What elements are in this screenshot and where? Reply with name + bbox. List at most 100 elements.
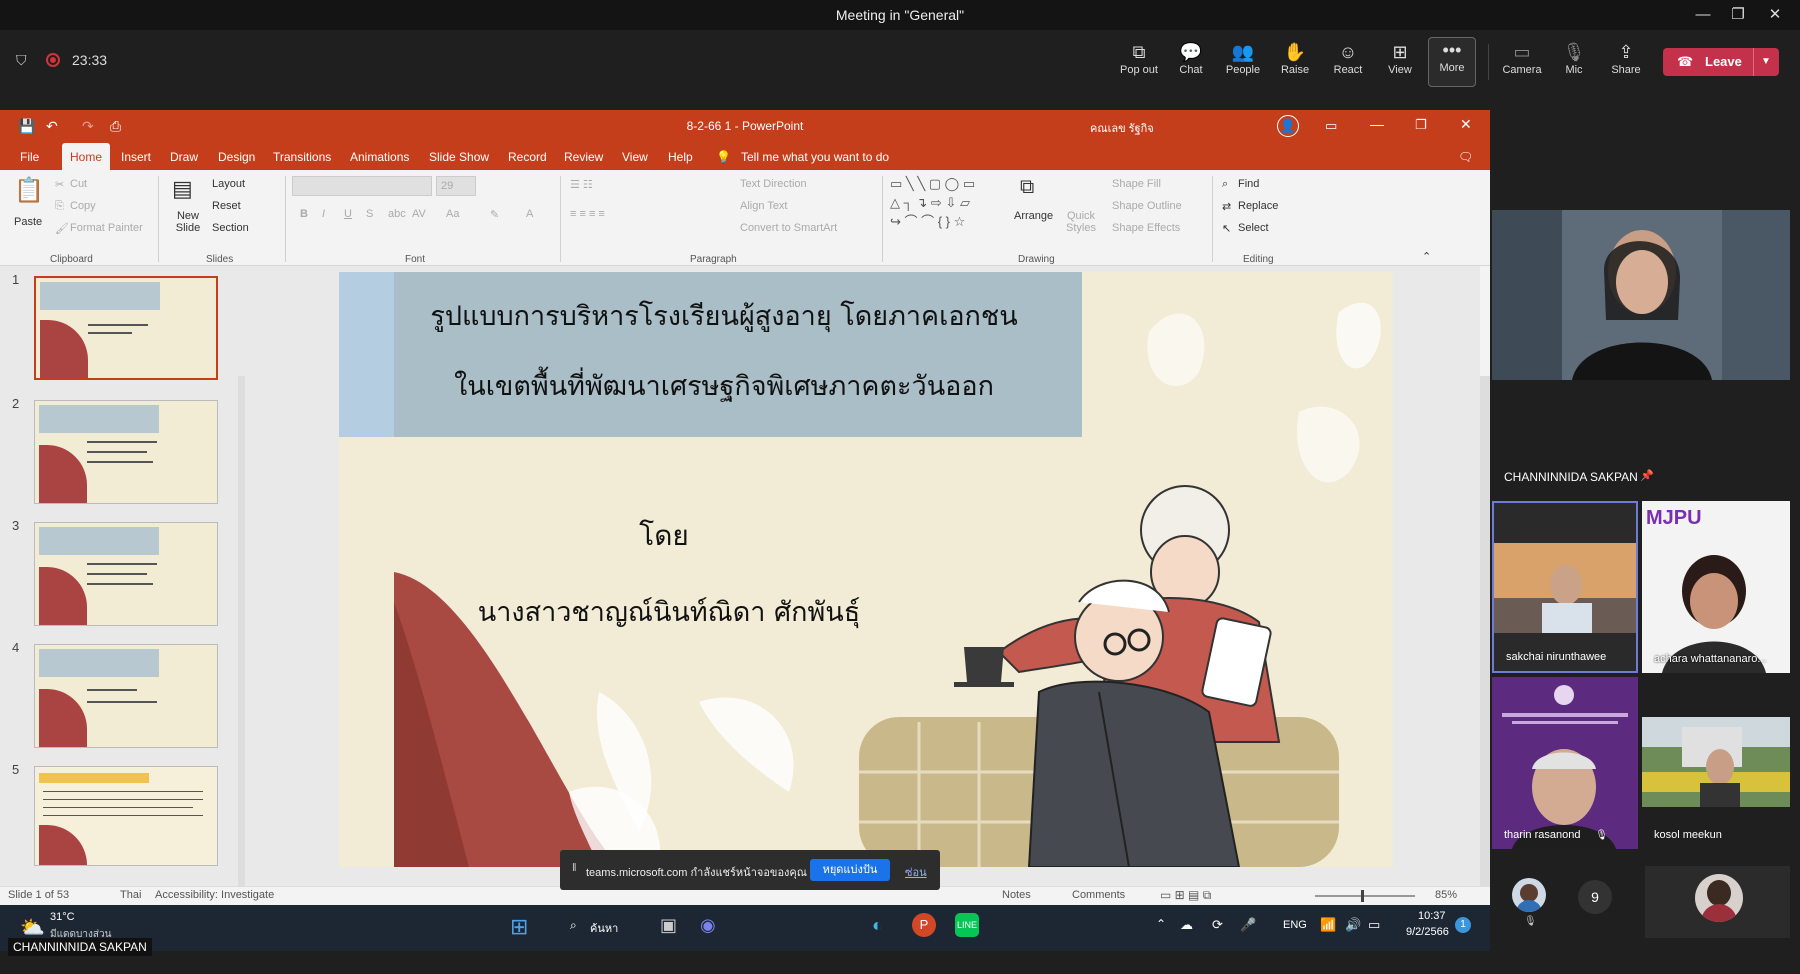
minimize-button[interactable]: — bbox=[1688, 4, 1718, 26]
accessibility-status[interactable]: Accessibility: Investigate bbox=[155, 889, 274, 901]
close-window-button[interactable]: ✕ bbox=[1760, 4, 1790, 26]
user-avatar-icon[interactable]: 👤 bbox=[1277, 115, 1299, 137]
underline-button[interactable]: U bbox=[344, 208, 352, 220]
menu-record[interactable]: Record bbox=[508, 150, 547, 164]
ppt-minimize-button[interactable]: — bbox=[1370, 116, 1384, 132]
participant-avatar[interactable] bbox=[1512, 878, 1546, 912]
new-slide-button[interactable]: New Slide bbox=[170, 210, 206, 234]
volume-icon[interactable]: 🔊 bbox=[1345, 917, 1361, 933]
ppt-close-button[interactable]: ✕ bbox=[1460, 116, 1472, 133]
notification-badge[interactable]: 1 bbox=[1455, 917, 1471, 933]
zoom-slider[interactable] bbox=[1315, 890, 1415, 902]
participant-tile-tharin[interactable]: tharin rasanond 🎙 bbox=[1492, 677, 1638, 849]
font-name-input[interactable] bbox=[292, 176, 432, 196]
editor-scrollbar[interactable] bbox=[1480, 376, 1490, 905]
shape-fill-button[interactable]: Shape Fill bbox=[1112, 178, 1161, 190]
task-view-icon[interactable]: ▣ bbox=[660, 915, 677, 936]
slide-thumbnail-5[interactable] bbox=[34, 766, 218, 866]
slide-thumbnail-3[interactable] bbox=[34, 522, 218, 626]
arrange-button[interactable]: Arrange bbox=[1014, 210, 1053, 222]
slide-thumbnail-1[interactable] bbox=[34, 276, 218, 380]
align-text-button[interactable]: Align Text bbox=[740, 200, 788, 212]
current-slide[interactable]: รูปแบบการบริหารโรงเรียนผู้สูงอายุ โดยภาค… bbox=[339, 272, 1393, 867]
camera-button[interactable]: ▭ Camera bbox=[1496, 40, 1548, 86]
paste-button[interactable]: Paste bbox=[14, 216, 42, 228]
menu-review[interactable]: Review bbox=[564, 150, 603, 164]
replace-button[interactable]: Replace bbox=[1238, 200, 1278, 212]
search-icon[interactable]: ⌕ bbox=[570, 918, 577, 933]
language-indicator[interactable]: Thai bbox=[120, 889, 141, 901]
strikethrough-button[interactable]: abc bbox=[388, 208, 406, 220]
slide-by[interactable]: โดย bbox=[589, 514, 739, 558]
highlight-button[interactable]: ✎ bbox=[490, 208, 499, 221]
notes-button[interactable]: Notes bbox=[1002, 889, 1031, 901]
drag-handle-icon[interactable]: ‖ bbox=[572, 862, 577, 874]
wifi-icon[interactable]: 📶 bbox=[1320, 917, 1336, 933]
text-direction-button[interactable]: Text Direction bbox=[740, 178, 807, 190]
find-button[interactable]: Find bbox=[1238, 178, 1259, 190]
paste-icon[interactable]: 📋 bbox=[14, 176, 44, 205]
copy-button[interactable]: Copy bbox=[70, 200, 96, 212]
menu-design[interactable]: Design bbox=[218, 150, 255, 164]
menu-file[interactable]: File bbox=[20, 150, 39, 164]
clock-date[interactable]: 9/2/2566 bbox=[1406, 926, 1449, 938]
convert-smartart-button[interactable]: Convert to SmartArt bbox=[740, 222, 837, 234]
pin-icon[interactable]: 📌 bbox=[1640, 469, 1654, 482]
ppt-restore-button[interactable]: ❐ bbox=[1415, 117, 1427, 133]
collapse-ribbon-icon[interactable]: ⌃ bbox=[1422, 250, 1431, 263]
more-button[interactable]: ••• More bbox=[1428, 37, 1476, 87]
chevron-up-icon[interactable]: ⌃ bbox=[1156, 917, 1166, 931]
select-button[interactable]: Select bbox=[1238, 222, 1269, 234]
line-app-icon[interactable]: LINE bbox=[955, 913, 979, 937]
chat-button[interactable]: 💬 Chat bbox=[1165, 40, 1217, 86]
shadow-button[interactable]: S bbox=[366, 208, 373, 220]
hide-button[interactable]: ซ่อน bbox=[905, 863, 927, 881]
participant-tile-achara[interactable]: MJPU achara whattananaro... bbox=[1642, 501, 1790, 673]
menu-draw[interactable]: Draw bbox=[170, 150, 198, 164]
powerpoint-icon[interactable]: P bbox=[912, 913, 936, 937]
raise-hand-button[interactable]: ✋ Raise bbox=[1269, 40, 1321, 86]
menu-home[interactable]: Home bbox=[62, 143, 111, 170]
participant-tile-kosol[interactable]: kosol meekun bbox=[1642, 677, 1790, 849]
shape-effects-button[interactable]: Shape Effects bbox=[1112, 222, 1180, 234]
clock-time[interactable]: 10:37 bbox=[1418, 910, 1446, 922]
teams-chat-icon[interactable]: ◉ bbox=[700, 915, 716, 936]
comments-button[interactable]: Comments bbox=[1072, 889, 1125, 901]
zoom-level[interactable]: 85% bbox=[1435, 889, 1457, 901]
battery-icon[interactable]: ▭ bbox=[1368, 917, 1380, 933]
menu-insert[interactable]: Insert bbox=[121, 150, 151, 164]
bold-button[interactable]: B bbox=[300, 208, 308, 220]
react-button[interactable]: ☺ React bbox=[1322, 40, 1374, 86]
slide-thumbnail-4[interactable] bbox=[34, 644, 218, 748]
font-size-input[interactable]: 29 bbox=[436, 176, 476, 196]
format-painter-button[interactable]: Format Painter bbox=[70, 222, 143, 234]
bullets-button[interactable]: ☰ ☷ bbox=[570, 178, 593, 191]
share-button[interactable]: ⇪ Share bbox=[1600, 40, 1652, 86]
reset-button[interactable]: Reset bbox=[212, 200, 241, 212]
quick-styles-button[interactable]: Quick Styles bbox=[1064, 210, 1098, 234]
ribbon-display-icon[interactable]: ▭ bbox=[1325, 118, 1337, 134]
self-view-tile[interactable] bbox=[1645, 866, 1790, 938]
new-slide-icon[interactable]: ▤ bbox=[172, 176, 193, 202]
people-button[interactable]: 👥 People bbox=[1217, 40, 1269, 86]
section-button[interactable]: Section bbox=[212, 222, 249, 234]
cut-button[interactable]: Cut bbox=[70, 178, 87, 190]
popout-button[interactable]: ⧉ Pop out bbox=[1113, 40, 1165, 86]
menu-help[interactable]: Help bbox=[668, 150, 693, 164]
cloud-icon[interactable]: ☁ bbox=[1180, 917, 1193, 933]
microphone-icon[interactable]: 🎤 bbox=[1240, 917, 1256, 933]
sync-icon[interactable]: ⟳ bbox=[1212, 917, 1223, 933]
shapes-gallery[interactable]: ▭ ╲ ╲ ▢ ◯ ▭ △ ┐ ↴ ⇨ ⇩ ▱ ↪ ⌒ ⌒ { } ☆ bbox=[890, 174, 1010, 232]
menu-animations[interactable]: Animations bbox=[350, 150, 409, 164]
change-case-button[interactable]: Aa bbox=[446, 208, 459, 220]
comments-icon[interactable]: 🗨 bbox=[1458, 150, 1473, 164]
taskbar-search[interactable]: ค้นหา bbox=[590, 919, 618, 937]
slide-thumbnail-2[interactable] bbox=[34, 400, 218, 504]
main-video-tile[interactable] bbox=[1492, 210, 1790, 380]
slide-title-line2[interactable]: ในเขตพื้นที่พัฒนาเศรษฐกิจพิเศษภาคตะวันออ… bbox=[394, 364, 1054, 407]
menu-transitions[interactable]: Transitions bbox=[273, 150, 331, 164]
weather-icon[interactable]: ⛅ bbox=[20, 915, 45, 940]
view-buttons[interactable]: ▭ ⊞ ▤ ⧉ bbox=[1160, 888, 1211, 903]
layout-button[interactable]: Layout bbox=[212, 178, 245, 190]
italic-button[interactable]: I bbox=[322, 208, 325, 220]
